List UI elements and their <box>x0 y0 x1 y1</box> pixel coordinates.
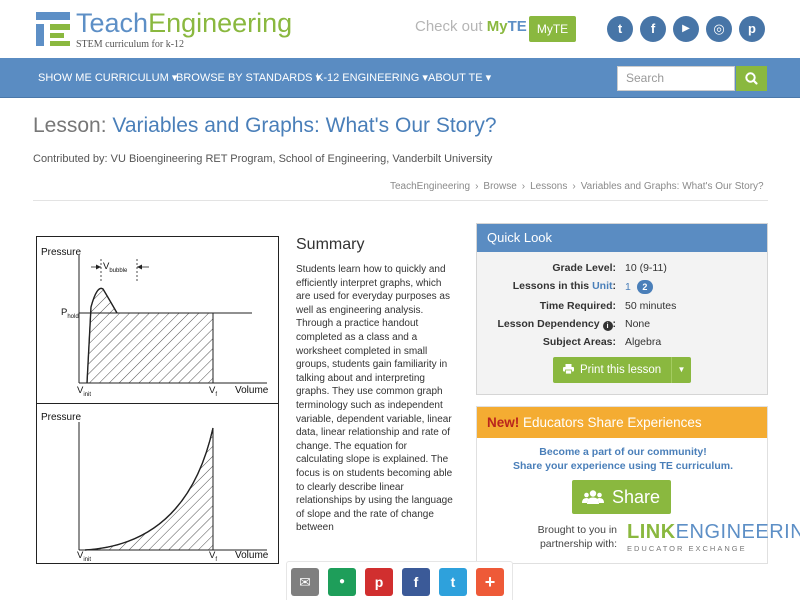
twitter-icon[interactable]: t <box>607 16 633 42</box>
educators-share-heading: New! Educators Share Experiences <box>477 407 767 438</box>
share-experience-line[interactable]: Share your experience using TE curriculu… <box>477 460 769 472</box>
subject-algebra-link[interactable]: Algebra <box>625 336 661 348</box>
users-icon <box>582 490 604 504</box>
search-icon <box>745 72 758 85</box>
floating-share-bar: ✉ ● p f t + <box>286 561 513 600</box>
pressure-volume-graph-bottom: Pressure Vinit Vf Volume <box>36 404 279 564</box>
unit-link[interactable]: Unit <box>592 280 612 292</box>
contributed-by: Contributed by: VU Bioengineering RET Pr… <box>33 153 493 165</box>
search-button[interactable] <box>736 66 767 91</box>
pinterest-icon[interactable]: p <box>739 16 765 42</box>
pressure-volume-graph-top: Pressure Vbubble Phold Vinit Vf Volume <box>36 236 279 404</box>
breadcrumb-item[interactable]: Browse <box>483 181 516 192</box>
google-classroom-icon[interactable]: ● <box>328 568 356 596</box>
nav-show-me-curriculum[interactable]: SHOW ME CURRICULUM ▾ <box>38 58 177 98</box>
instagram-icon[interactable]: ◎ <box>706 16 732 42</box>
printer-icon <box>563 364 574 375</box>
logo-wordmark: TeachEngineering <box>76 8 293 38</box>
summary-heading: Summary <box>296 236 365 253</box>
nav-k12-engineering[interactable]: K-12 ENGINEERING ▾ <box>316 58 428 98</box>
info-icon[interactable]: i <box>602 321 613 331</box>
pinterest-share-icon[interactable]: p <box>365 568 393 596</box>
x-axis-label: Volume <box>235 385 269 396</box>
logo-tagline: STEM curriculum for k-12 <box>76 39 185 50</box>
graph-top-drawing <box>78 255 267 384</box>
facebook-share-icon[interactable]: f <box>402 568 430 596</box>
linkengineering-logo[interactable]: LINKENGINEERING EDUCATOR EXCHANGE <box>627 521 800 553</box>
myte-button[interactable]: MyTE <box>529 16 576 42</box>
breadcrumb-item[interactable]: Lessons <box>530 181 567 192</box>
top-header: TeachEngineering STEM curriculum for k-1… <box>0 0 800 58</box>
youtube-icon[interactable]: ▶ <box>673 16 699 42</box>
lesson-1-link[interactable]: 1 <box>625 281 631 293</box>
nav-about-te[interactable]: ABOUT TE ▾ <box>428 58 491 98</box>
quick-look-panel: Quick Look Grade Level: 10 (9-11) Lesson… <box>476 223 768 395</box>
lesson-2-badge[interactable]: 2 <box>636 280 653 294</box>
y-axis-label: Pressure <box>41 247 82 258</box>
y-axis-label: Pressure <box>41 412 82 423</box>
search-input[interactable]: Search <box>617 66 735 91</box>
breadcrumb-item[interactable]: TeachEngineering <box>390 181 470 192</box>
community-line[interactable]: Become a part of our community! <box>477 446 769 458</box>
nav-browse-by-standards[interactable]: BROWSE BY STANDARDS ▾ <box>176 58 321 98</box>
breadcrumb-item[interactable]: Variables and Graphs: What's Our Story? <box>581 181 764 192</box>
share-button[interactable]: Share <box>572 480 671 514</box>
vinit-label: Vinit <box>77 385 92 398</box>
quick-look-heading: Quick Look <box>477 224 767 252</box>
educators-share-panel: New! Educators Share Experiences Become … <box>476 406 800 564</box>
vf-label: Vf <box>209 385 218 398</box>
phold-label: Phold <box>61 307 79 320</box>
checkout-myte-text: Check out MyTE <box>415 18 527 35</box>
vbubble-label: Vbubble <box>103 261 128 274</box>
twitter-share-icon[interactable]: t <box>439 568 467 596</box>
page-title: Lesson: Variables and Graphs: What's Our… <box>33 114 497 137</box>
facebook-icon[interactable]: f <box>640 16 666 42</box>
divider <box>33 200 768 201</box>
graph-bottom-drawing <box>78 422 267 551</box>
partnership-text: Brought to you in partnership with: <box>537 524 617 550</box>
email-icon[interactable]: ✉ <box>291 568 319 596</box>
more-plus-icon[interactable]: + <box>476 568 504 596</box>
main-nav: SHOW ME CURRICULUM ▾ BROWSE BY STANDARDS… <box>0 58 800 98</box>
vinit-label: Vinit <box>77 550 92 563</box>
logo-mark-icon <box>36 12 70 46</box>
print-dropdown-toggle[interactable]: ▼ <box>671 357 691 383</box>
x-axis-label: Volume <box>235 550 269 561</box>
vf-label: Vf <box>209 550 218 563</box>
print-lesson-button[interactable]: Print this lesson ▼ <box>553 357 691 383</box>
breadcrumb: TeachEngineering › Browse › Lessons › Variable… <box>390 181 764 192</box>
summary-text: Students learn how to quickly and effici… <box>296 264 453 534</box>
